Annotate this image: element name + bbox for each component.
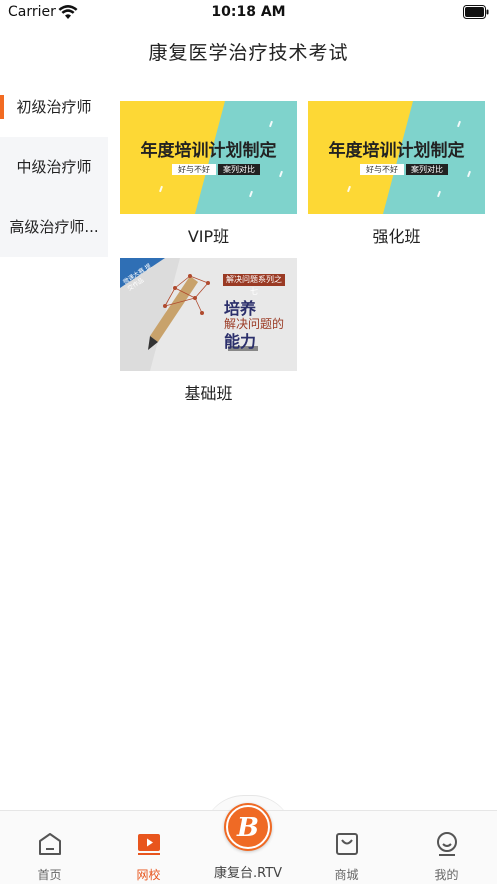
tab-label: 网校 (136, 868, 161, 882)
tab-home[interactable]: 首页 (0, 811, 99, 884)
category-sidebar: 初级治疗师 中级治疗师 高级治疗师... (0, 77, 108, 257)
page-title: 康复医学治疗技术考试 (148, 42, 349, 64)
rtv-logo-icon: B (226, 805, 270, 849)
status-bar: Carrier 10:18 AM (0, 0, 497, 26)
svg-text:B: B (236, 813, 259, 843)
course-thumbnail[interactable]: 年度培训计划制定 好与不好 案列对比 (308, 101, 485, 214)
tab-rtv[interactable]: B (224, 803, 272, 851)
home-icon (39, 833, 61, 855)
course-thumbnail[interactable]: 微课大赛 提交作品 解决问题系列之七 培养 解决问题的 能力 (120, 258, 297, 371)
course-card-basic[interactable]: 微课大赛 提交作品 解决问题系列之七 培养 解决问题的 能力 基础班 (120, 258, 297, 404)
course-label[interactable]: VIP班 (120, 223, 297, 247)
video-play-icon (138, 834, 160, 855)
tab-profile[interactable]: 我的 (397, 811, 496, 884)
thumb-title: 年度培训计划制定 (328, 141, 465, 161)
thumb-tag: 好与不好 (178, 165, 210, 174)
course-thumbnail[interactable]: 年度培训计划制定 好与不好 案列对比 (120, 101, 297, 214)
tab-label: 商城 (334, 868, 359, 882)
course-label[interactable]: 强化班 (308, 223, 485, 247)
sidebar-item-intermediate[interactable]: 中级治疗师 (0, 137, 108, 197)
course-card-intensive[interactable]: 年度培训计划制定 好与不好 案列对比 强化班 (308, 101, 485, 247)
thumb-tag: 案列对比 (223, 165, 255, 174)
sidebar-item-junior[interactable]: 初级治疗师 (0, 77, 108, 137)
course-label[interactable]: 基础班 (120, 380, 297, 404)
sidebar-item-senior[interactable]: 高级治疗师... (0, 197, 108, 257)
thumb-title: 年度培训计划制定 (140, 141, 277, 161)
thumb-tag: 案列对比 (411, 165, 443, 174)
battery-icon (463, 5, 489, 19)
shopping-bag-icon (336, 833, 358, 855)
tab-label: 我的 (434, 868, 459, 882)
tab-label: 首页 (37, 868, 62, 882)
tab-mall[interactable]: 商城 (297, 811, 396, 884)
course-card-vip[interactable]: 年度培训计划制定 好与不好 案列对比 VIP班 (120, 101, 297, 247)
thumb-tag: 好与不好 (366, 165, 398, 174)
profile-icon (437, 832, 457, 856)
tab-label[interactable]: 康复台.RTV (198, 862, 298, 881)
status-time: 10:18 AM (211, 4, 286, 20)
thumb-subtitle: 能力 (224, 332, 257, 351)
tab-school[interactable]: 网校 (99, 811, 198, 884)
